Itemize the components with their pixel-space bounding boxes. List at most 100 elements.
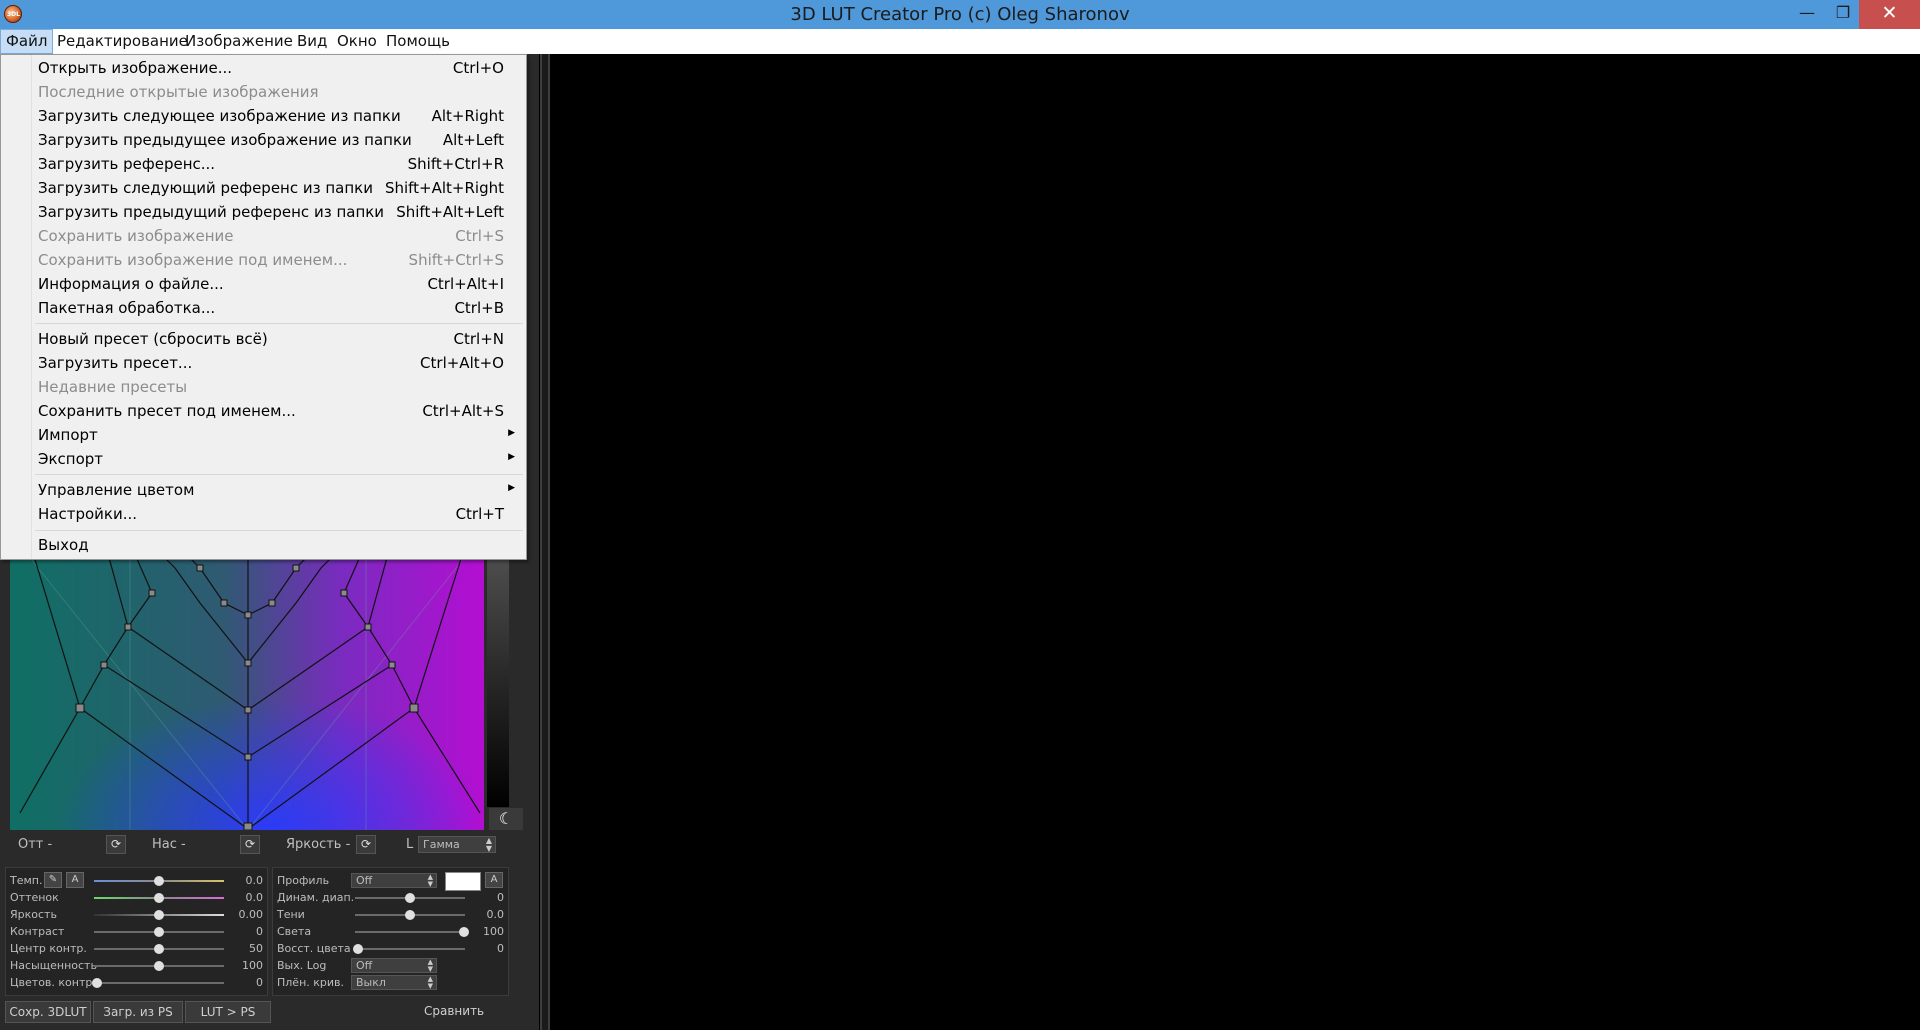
profile-row: Профиль Off ▲ ▼ A xyxy=(273,872,508,891)
menu-item-settings[interactable]: Настройки... Ctrl+T xyxy=(2,503,525,527)
slider-knob[interactable] xyxy=(405,893,415,903)
eyedropper-icon[interactable]: ✎ xyxy=(44,872,62,888)
slider-knob[interactable] xyxy=(353,944,363,954)
film-curve-select[interactable]: Выкл ▲ ▼ xyxy=(351,975,437,990)
slider-track[interactable] xyxy=(355,931,465,933)
menu-bar: Файл Редактирование Изображение Вид Окно… xyxy=(0,29,1920,54)
menu-item-batch[interactable]: Пакетная обработка... Ctrl+B xyxy=(2,297,525,321)
slider-row-temp: Темп. ✎ A 0.0 xyxy=(6,872,267,889)
menu-item-prev-image[interactable]: Загрузить предыдущее изображение из папк… xyxy=(2,129,525,153)
log-row: Вых. Log Off ▲ ▼ xyxy=(273,957,508,974)
menu-item-next-image[interactable]: Загрузить следующее изображение из папки… xyxy=(2,105,525,129)
gamma-select[interactable]: Гамма ▲ ▼ xyxy=(418,836,496,853)
menu-separator xyxy=(35,530,523,531)
menu-item-label: Импорт xyxy=(38,426,98,444)
log-value: Off xyxy=(356,959,373,972)
profile-select[interactable]: Off ▲ ▼ xyxy=(351,873,437,888)
moon-icon[interactable]: ☾ xyxy=(489,808,523,830)
film-curve-label: Плён. крив. xyxy=(277,976,345,989)
menu-item-label: Сохранить изображение xyxy=(38,227,234,245)
menu-item-shortcut: Shift+Alt+Left xyxy=(396,203,504,221)
panel-splitter[interactable] xyxy=(540,54,550,1030)
menu-item-shortcut: Ctrl+N xyxy=(453,330,504,348)
menu-file[interactable]: Файл xyxy=(0,29,54,54)
luma-strip[interactable] xyxy=(487,533,509,807)
menu-item-label: Загрузить предыдущее изображение из папк… xyxy=(38,131,412,149)
slider-track[interactable] xyxy=(355,948,465,950)
slider-knob[interactable] xyxy=(154,927,164,937)
title-bar: 3DL 3D LUT Creator Pro (c) Oleg Sharonov… xyxy=(0,0,1920,29)
menu-view[interactable]: Вид xyxy=(292,29,332,54)
menu-item-import[interactable]: Импорт ▶ xyxy=(2,424,525,448)
menu-item-new-preset[interactable]: Новый пресет (сбросить всё) Ctrl+N xyxy=(2,328,525,352)
menu-item-prev-reference[interactable]: Загрузить предыдущий референс из папки S… xyxy=(2,201,525,225)
menu-item-exit[interactable]: Выход xyxy=(2,534,525,558)
menu-help[interactable]: Помощь xyxy=(381,29,455,54)
load-from-ps-button[interactable]: Загр. из PS xyxy=(93,1001,183,1023)
menu-window[interactable]: Окно xyxy=(332,29,382,54)
film-curve-row: Плён. крив. Выкл ▲ ▼ xyxy=(273,974,508,991)
save-3dlut-button[interactable]: Сохр. 3DLUT xyxy=(5,1001,91,1023)
axis-row: Отт - ⟳ Нас - ⟳ Яркость - ⟳ L Гамма ▲ ▼ xyxy=(10,834,510,856)
menu-item-next-reference[interactable]: Загрузить следующий референс из папки Sh… xyxy=(2,177,525,201)
menu-item-save-image: Сохранить изображение Ctrl+S xyxy=(2,225,525,249)
slider-value: 100 xyxy=(242,959,263,972)
slider-knob[interactable] xyxy=(92,978,102,988)
menu-item-export[interactable]: Экспорт ▶ xyxy=(2,448,525,472)
slider-knob[interactable] xyxy=(154,876,164,886)
lut-to-ps-button[interactable]: LUT > PS xyxy=(185,1001,271,1023)
menu-item-file-info[interactable]: Информация о файле... Ctrl+Alt+I xyxy=(2,273,525,297)
log-select[interactable]: Off ▲ ▼ xyxy=(351,958,437,973)
slider-knob[interactable] xyxy=(459,927,469,937)
menu-item-save-preset-as[interactable]: Сохранить пресет под именем... Ctrl+Alt+… xyxy=(2,400,525,424)
maximize-button[interactable]: ❐ xyxy=(1823,0,1863,29)
slider-knob[interactable] xyxy=(154,910,164,920)
menu-item-shortcut: Shift+Ctrl+S xyxy=(408,251,504,269)
slider-track[interactable] xyxy=(94,982,224,984)
close-button[interactable]: ✕ xyxy=(1859,0,1920,29)
slider-value: 0.00 xyxy=(238,908,264,921)
menu-item-label: Загрузить следующее изображение из папки xyxy=(38,107,401,125)
menu-item-color-management[interactable]: Управление цветом ▶ xyxy=(2,479,525,503)
auto-temp-button[interactable]: A xyxy=(66,872,84,888)
menu-item-open-image[interactable]: Открыть изображение... Ctrl+O xyxy=(2,57,525,81)
submenu-arrow-icon: ▶ xyxy=(508,428,515,438)
slider-knob[interactable] xyxy=(154,944,164,954)
menu-item-shortcut: Ctrl+T xyxy=(455,505,504,523)
slider-knob[interactable] xyxy=(154,961,164,971)
menu-item-label: Загрузить предыдущий референс из папки xyxy=(38,203,385,221)
film-curve-value: Выкл xyxy=(356,976,386,989)
image-viewport[interactable] xyxy=(552,54,1920,1030)
auto-profile-button[interactable]: A xyxy=(485,872,503,888)
menu-item-shortcut: Shift+Alt+Right xyxy=(384,179,504,197)
slider-label: Насыщенность xyxy=(10,959,97,972)
bright-reset-icon[interactable]: ⟳ xyxy=(356,835,376,854)
slider-row-saturation: Насыщенность 100 xyxy=(6,957,267,974)
slider-knob[interactable] xyxy=(405,910,415,920)
menu-image[interactable]: Изображение xyxy=(180,29,298,54)
slider-row-color-recovery: Восст. цвета 0 xyxy=(273,940,508,957)
color-grid-svg[interactable] xyxy=(10,533,484,830)
menu-item-label: Загрузить референс... xyxy=(38,155,216,173)
spin-arrows-icon: ▲ ▼ xyxy=(427,975,433,990)
spin-arrows-icon: ▲ ▼ xyxy=(427,873,433,888)
hue-reset-icon[interactable]: ⟳ xyxy=(106,835,126,854)
slider-row-contrast-center: Центр контр. 50 xyxy=(6,940,267,957)
menu-item-shortcut: Ctrl+B xyxy=(454,299,504,317)
minimize-button[interactable]: — xyxy=(1787,0,1827,29)
app-window: 3DL 3D LUT Creator Pro (c) Oleg Sharonov… xyxy=(0,0,1920,1030)
compare-button[interactable]: Сравнить xyxy=(424,1004,484,1018)
color-grid-area[interactable] xyxy=(10,533,484,830)
profile-panel: Профиль Off ▲ ▼ A Динам. диап. 0 Тени 0.0… xyxy=(272,867,509,996)
menu-item-shortcut: Shift+Ctrl+R xyxy=(407,155,504,173)
menu-item-load-preset[interactable]: Загрузить пресет... Ctrl+Alt+O xyxy=(2,352,525,376)
slider-label: Центр контр. xyxy=(10,942,87,955)
sat-reset-icon[interactable]: ⟳ xyxy=(240,835,260,854)
menu-item-shortcut: Ctrl+Alt+I xyxy=(427,275,504,293)
menu-item-shortcut: Ctrl+Alt+S xyxy=(422,402,504,420)
menu-item-label: Недавние пресеты xyxy=(38,378,188,396)
menu-item-load-reference[interactable]: Загрузить референс... Shift+Ctrl+R xyxy=(2,153,525,177)
menu-item-recent-images: Последние открытые изображения xyxy=(2,81,525,105)
slider-knob[interactable] xyxy=(154,893,164,903)
menu-edit[interactable]: Редактирование xyxy=(52,29,193,54)
